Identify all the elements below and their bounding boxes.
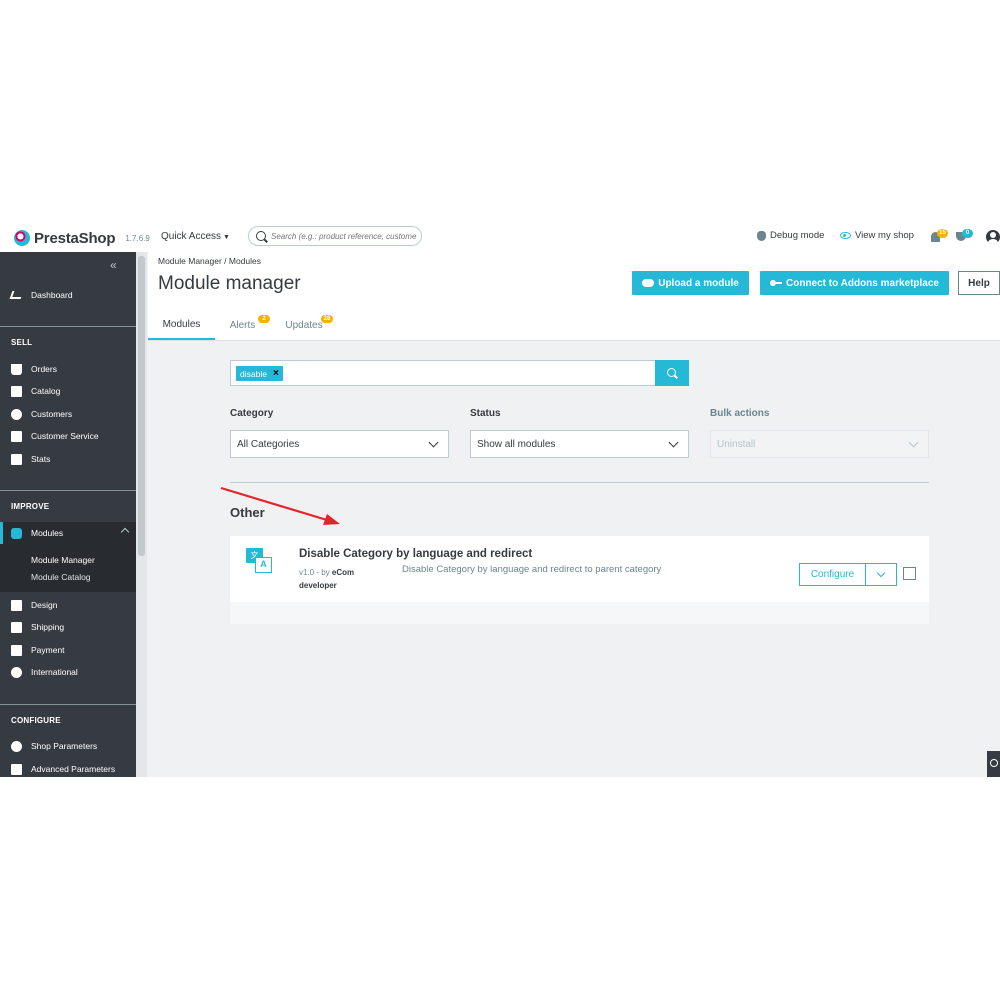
module-version-label: v1.0 - by bbox=[299, 568, 332, 577]
configure-button[interactable]: Configure bbox=[799, 563, 866, 586]
help-sidebar-toggle[interactable] bbox=[987, 751, 1000, 777]
annotation-arrow bbox=[220, 486, 340, 525]
module-select-checkbox[interactable] bbox=[903, 567, 916, 580]
module-card: 文 A Disable Category by language and red… bbox=[230, 536, 929, 624]
module-name: Disable Category by language and redirec… bbox=[299, 548, 533, 560]
prestashop-admin: PrestaShop 1.7.6.9 Quick Access▼ Debug m… bbox=[0, 222, 1000, 777]
module-actions-dropdown[interactable] bbox=[865, 563, 897, 586]
module-description: Disable Category by language and redirec… bbox=[402, 564, 662, 575]
translate-icon: 文 A bbox=[246, 548, 272, 574]
module-group-title: Other bbox=[230, 505, 265, 520]
translate-icon-letter: A bbox=[255, 557, 272, 573]
module-row: 文 A Disable Category by language and red… bbox=[230, 536, 929, 602]
module-version: v1.0 - by eCom developer bbox=[299, 566, 379, 592]
